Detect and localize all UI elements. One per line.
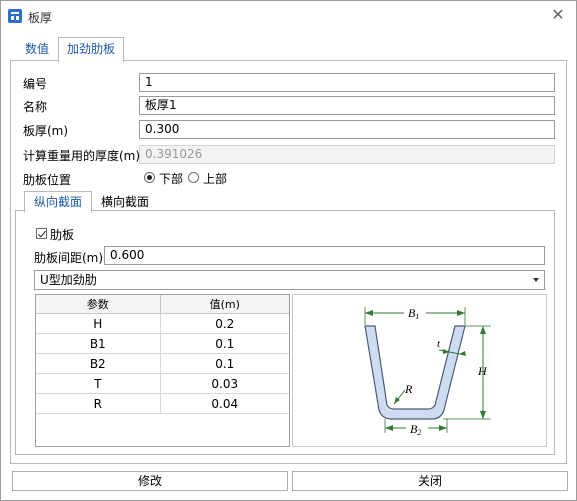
rib-type-value: U型加劲肋 (40, 273, 97, 287)
param-cell: R (36, 393, 161, 414)
window-title: 板厚 (28, 11, 53, 25)
rib-checkbox[interactable] (36, 228, 47, 239)
tab-longitudinal[interactable]: 纵向截面 (24, 191, 92, 213)
table-row[interactable]: H 0.2 (36, 313, 289, 334)
rib-spacing-field[interactable]: 0.600 (104, 246, 545, 265)
header-value: 值(m) (160, 295, 289, 314)
name-label: 名称 (23, 100, 48, 114)
radio-bottom[interactable] (144, 172, 155, 183)
value-cell[interactable]: 0.1 (160, 353, 289, 374)
param-cell: B2 (36, 353, 161, 374)
name-field[interactable]: 板厚1 (139, 96, 555, 115)
b1-subscript: 1 (415, 312, 419, 321)
close-icon[interactable]: ✕ (548, 5, 568, 25)
dialog-window: 板厚 ✕ 数值 加劲肋板 编号 1 名称 板厚1 板厚(m) 0.300 计算重… (0, 0, 577, 501)
table-row[interactable]: B2 0.1 (36, 353, 289, 374)
table-header-row: 参数 值(m) (36, 295, 289, 314)
table-row[interactable]: T 0.03 (36, 373, 289, 394)
weight-thickness-field: 0.391026 (139, 145, 555, 164)
h-label: H (477, 364, 488, 378)
b2-subscript: 2 (417, 428, 421, 437)
weight-thickness-label: 计算重量用的厚度(m) (23, 149, 141, 163)
title-bar: 板厚 ✕ (1, 1, 576, 31)
rib-type-select[interactable]: U型加劲肋 (34, 270, 545, 290)
thickness-field[interactable]: 0.300 (139, 120, 555, 139)
thickness-label: 板厚(m) (23, 124, 69, 138)
chevron-down-icon (533, 278, 539, 282)
param-cell: B1 (36, 333, 161, 354)
value-cell[interactable]: 0.1 (160, 333, 289, 354)
tab-stiffener[interactable]: 加劲肋板 (58, 37, 124, 63)
table-row[interactable]: R 0.04 (36, 393, 289, 414)
number-field[interactable]: 1 (139, 73, 555, 92)
rib-spacing-label: 肋板间距(m) (34, 251, 104, 265)
modify-button[interactable]: 修改 (12, 471, 288, 491)
b2-arrow-right (439, 425, 447, 431)
r-label: R (404, 382, 413, 396)
t-label: t (437, 338, 441, 350)
param-cell: T (36, 373, 161, 394)
radio-top-label[interactable]: 上部 (203, 170, 227, 187)
main-tabstrip: 数值 加劲肋板 (1, 31, 576, 63)
number-label: 编号 (23, 77, 48, 91)
close-button[interactable]: 关闭 (292, 471, 568, 491)
h-arrow-top (480, 326, 486, 334)
b2-arrow-left (385, 425, 393, 431)
radio-top[interactable] (188, 172, 199, 183)
tab-values[interactable]: 数值 (16, 38, 58, 60)
param-cell: H (36, 313, 161, 334)
h-arrow-bottom (480, 411, 486, 419)
b1-arrow-left (365, 310, 373, 316)
value-cell[interactable]: 0.04 (160, 393, 289, 414)
tab-transverse[interactable]: 横向截面 (93, 192, 157, 212)
parameter-table: 参数 值(m) H 0.2 B1 0.1 B2 0.1 T 0.03 R 0.0… (35, 294, 290, 447)
rib-position-label: 肋板位置 (23, 173, 72, 187)
header-param: 参数 (36, 295, 161, 314)
b1-arrow-right (457, 310, 465, 316)
rib-checkbox-label[interactable]: 肋板 (50, 226, 74, 243)
u-rib-diagram: B1 B2 H t R (292, 294, 547, 447)
value-cell[interactable]: 0.2 (160, 313, 289, 334)
value-cell[interactable]: 0.03 (160, 373, 289, 394)
radio-bottom-label[interactable]: 下部 (159, 170, 183, 187)
u-rib-profile (364, 325, 466, 420)
table-row[interactable]: B1 0.1 (36, 333, 289, 354)
app-icon (8, 9, 22, 23)
